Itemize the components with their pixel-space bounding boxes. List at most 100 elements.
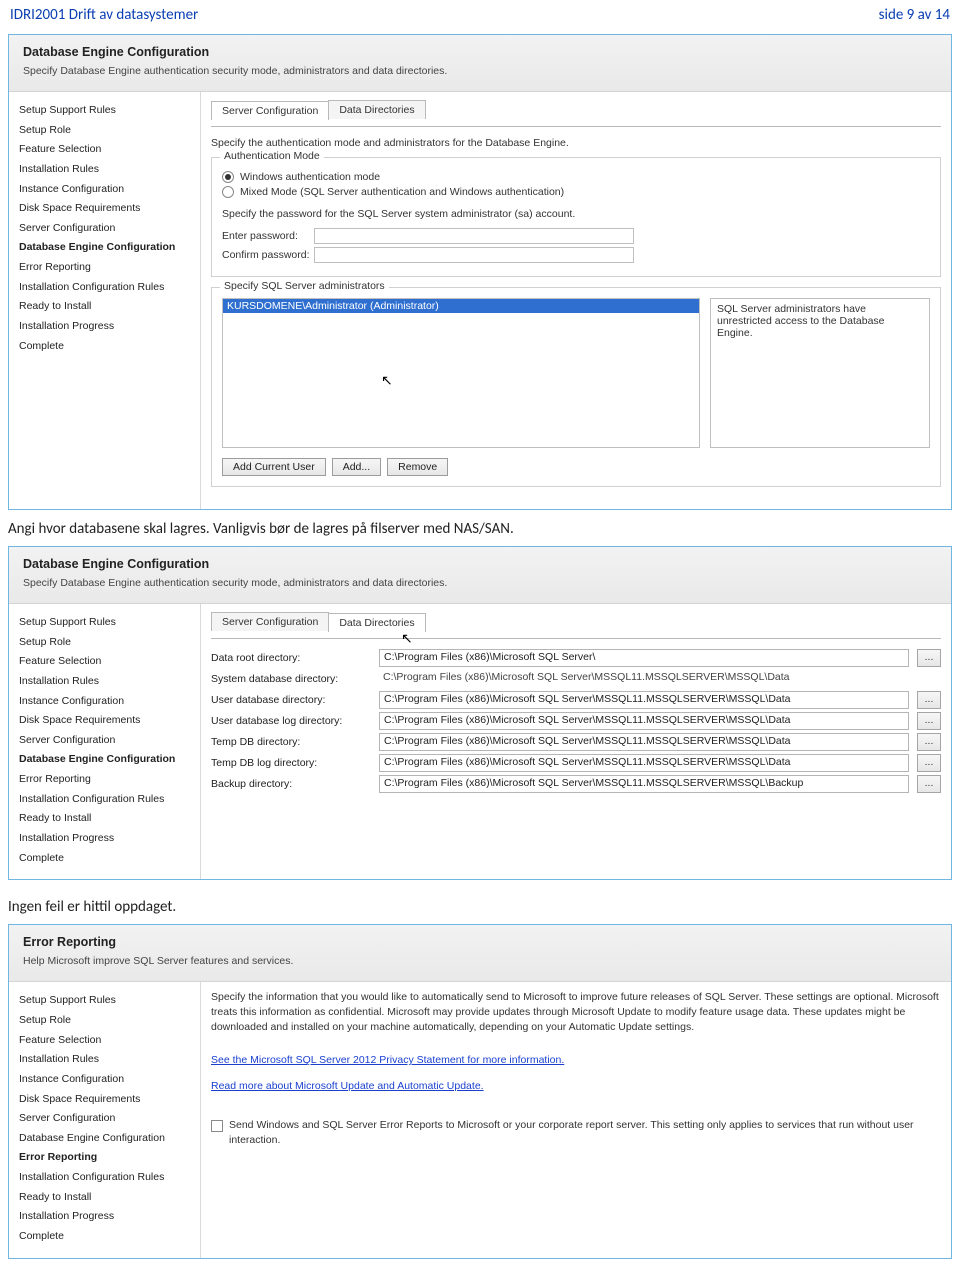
nav-item[interactable]: Disk Space Requirements xyxy=(19,712,194,732)
nav-item-active[interactable]: Error Reporting xyxy=(19,1149,194,1169)
admin-list-item-selected[interactable]: KURSDOMENE\Administrator (Administrator) xyxy=(223,299,699,313)
input-confirm-password[interactable] xyxy=(314,247,634,263)
panel-header: Database Engine Configuration Specify Da… xyxy=(9,35,951,92)
browse-button[interactable]: ... xyxy=(917,775,941,793)
nav-item[interactable]: Setup Support Rules xyxy=(19,614,194,634)
label-data-root: Data root directory: xyxy=(211,652,371,664)
nav-item[interactable]: Error Reporting xyxy=(19,771,194,791)
label-user-db-log: User database log directory: xyxy=(211,715,371,727)
input-backup[interactable]: C:\Program Files (x86)\Microsoft SQL Ser… xyxy=(379,775,909,793)
caption-1: Angi hvor databasene skal lagres. Vanlig… xyxy=(0,516,960,546)
group-auth-mode: Authentication Mode Windows authenticati… xyxy=(211,157,941,277)
nav-item[interactable]: Feature Selection xyxy=(19,1032,194,1052)
tabs: Server Configuration Data Directories xyxy=(211,100,941,119)
wizard-nav: Setup Support Rules Setup Role Feature S… xyxy=(9,604,201,879)
nav-item[interactable]: Server Configuration xyxy=(19,220,194,240)
nav-item[interactable]: Disk Space Requirements xyxy=(19,1091,194,1111)
input-data-root[interactable]: C:\Program Files (x86)\Microsoft SQL Ser… xyxy=(379,649,909,667)
nav-item[interactable]: Installation Progress xyxy=(19,830,194,850)
tab-data-directories[interactable]: Data Directories xyxy=(328,100,425,119)
nav-item-active[interactable]: Database Engine Configuration xyxy=(19,751,194,771)
nav-item[interactable]: Ready to Install xyxy=(19,1189,194,1209)
label-system-db: System database directory: xyxy=(211,673,371,685)
tabs: Server Configuration Data Directories xyxy=(211,612,941,631)
tab-server-configuration[interactable]: Server Configuration xyxy=(211,612,329,631)
nav-item[interactable]: Feature Selection xyxy=(19,653,194,673)
label-user-db: User database directory: xyxy=(211,694,371,706)
panel-db-engine-serverconfig: Database Engine Configuration Specify Da… xyxy=(8,34,952,510)
browse-button[interactable]: ... xyxy=(917,712,941,730)
doc-title: IDRI2001 Drift av datasystemer xyxy=(10,6,198,24)
group-admins: Specify SQL Server administrators KURSDO… xyxy=(211,287,941,487)
link-ms-update[interactable]: Read more about Microsoft Update and Aut… xyxy=(211,1080,484,1092)
label-tempdb: Temp DB directory: xyxy=(211,736,371,748)
radio-label: Mixed Mode (SQL Server authentication an… xyxy=(240,186,564,198)
nav-item[interactable]: Installation Rules xyxy=(19,1051,194,1071)
nav-item[interactable]: Installation Configuration Rules xyxy=(19,279,194,299)
checkbox-label: Send Windows and SQL Server Error Report… xyxy=(229,1118,941,1147)
nav-item[interactable]: Complete xyxy=(19,338,194,358)
browse-button[interactable]: ... xyxy=(917,754,941,772)
tab-server-configuration[interactable]: Server Configuration xyxy=(211,101,329,120)
tab-data-directories[interactable]: Data Directories xyxy=(328,613,425,632)
input-user-db-log[interactable]: C:\Program Files (x86)\Microsoft SQL Ser… xyxy=(379,712,909,730)
radio-label: Windows authentication mode xyxy=(240,171,380,183)
input-user-db[interactable]: C:\Program Files (x86)\Microsoft SQL Ser… xyxy=(379,691,909,709)
nav-item[interactable]: Disk Space Requirements xyxy=(19,200,194,220)
input-tempdb[interactable]: C:\Program Files (x86)\Microsoft SQL Ser… xyxy=(379,733,909,751)
nav-item[interactable]: Server Configuration xyxy=(19,1110,194,1130)
label-backup: Backup directory: xyxy=(211,778,371,790)
nav-item[interactable]: Ready to Install xyxy=(19,810,194,830)
page-number: side 9 av 14 xyxy=(879,6,950,24)
nav-item[interactable]: Installation Configuration Rules xyxy=(19,791,194,811)
label-enter-password: Enter password: xyxy=(222,230,314,242)
nav-item[interactable]: Installation Progress xyxy=(19,318,194,338)
caption-2: Ingen feil er hittil oppdaget. xyxy=(0,894,960,924)
nav-item[interactable]: Setup Role xyxy=(19,634,194,654)
radio-icon xyxy=(222,171,234,183)
panel-subtitle: Help Microsoft improve SQL Server featur… xyxy=(23,955,937,967)
link-privacy-statement[interactable]: See the Microsoft SQL Server 2012 Privac… xyxy=(211,1054,564,1066)
nav-item[interactable]: Installation Progress xyxy=(19,1208,194,1228)
panel-header: Error Reporting Help Microsoft improve S… xyxy=(9,925,951,982)
btn-add[interactable]: Add... xyxy=(332,458,381,476)
nav-item[interactable]: Setup Support Rules xyxy=(19,102,194,122)
error-reporting-paragraph: Specify the information that you would l… xyxy=(211,990,941,1034)
nav-item[interactable]: Ready to Install xyxy=(19,298,194,318)
nav-item[interactable]: Instance Configuration xyxy=(19,181,194,201)
nav-item[interactable]: Server Configuration xyxy=(19,732,194,752)
panel-title: Database Engine Configuration xyxy=(23,45,937,59)
nav-item[interactable]: Instance Configuration xyxy=(19,1071,194,1091)
group-legend: Authentication Mode xyxy=(220,150,324,162)
nav-item[interactable]: Setup Support Rules xyxy=(19,992,194,1012)
nav-item[interactable]: Feature Selection xyxy=(19,141,194,161)
browse-button[interactable]: ... xyxy=(917,733,941,751)
sa-password-note: Specify the password for the SQL Server … xyxy=(222,208,930,220)
btn-remove[interactable]: Remove xyxy=(387,458,448,476)
checkbox-send-reports[interactable] xyxy=(211,1120,223,1132)
nav-item[interactable]: Instance Configuration xyxy=(19,693,194,713)
nav-item-active[interactable]: Database Engine Configuration xyxy=(19,239,194,259)
nav-item[interactable]: Database Engine Configuration xyxy=(19,1130,194,1150)
input-enter-password[interactable] xyxy=(314,228,634,244)
browse-button[interactable]: ... xyxy=(917,691,941,709)
radio-mixed-mode[interactable]: Mixed Mode (SQL Server authentication an… xyxy=(222,186,930,198)
wizard-nav: Setup Support Rules Setup Role Feature S… xyxy=(9,982,201,1257)
intro-text: Specify the authentication mode and admi… xyxy=(211,137,941,149)
nav-item[interactable]: Complete xyxy=(19,1228,194,1248)
nav-item[interactable]: Error Reporting xyxy=(19,259,194,279)
nav-item[interactable]: Setup Role xyxy=(19,122,194,142)
btn-add-current-user[interactable]: Add Current User xyxy=(222,458,326,476)
nav-item[interactable]: Installation Rules xyxy=(19,673,194,693)
nav-item[interactable]: Installation Configuration Rules xyxy=(19,1169,194,1189)
label-tempdb-log: Temp DB log directory: xyxy=(211,757,371,769)
radio-windows-auth[interactable]: Windows authentication mode xyxy=(222,171,930,183)
panel-title: Error Reporting xyxy=(23,935,937,949)
browse-button[interactable]: ... xyxy=(917,649,941,667)
nav-item[interactable]: Complete xyxy=(19,850,194,870)
admin-listbox[interactable]: KURSDOMENE\Administrator (Administrator) xyxy=(222,298,700,448)
nav-item[interactable]: Installation Rules xyxy=(19,161,194,181)
input-tempdb-log[interactable]: C:\Program Files (x86)\Microsoft SQL Ser… xyxy=(379,754,909,772)
wizard-nav: Setup Support Rules Setup Role Feature S… xyxy=(9,92,201,509)
nav-item[interactable]: Setup Role xyxy=(19,1012,194,1032)
